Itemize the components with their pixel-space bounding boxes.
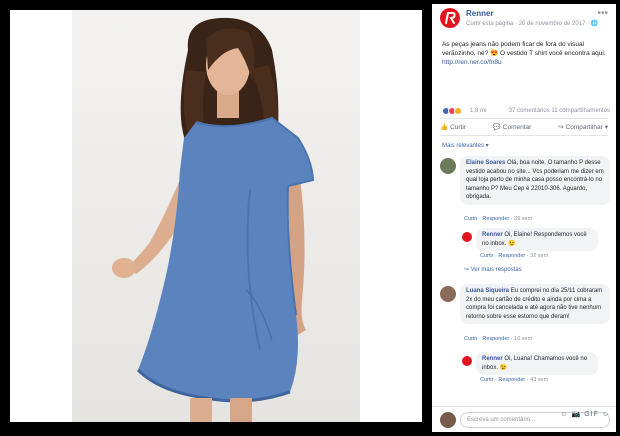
renner-logo-icon[interactable]	[440, 8, 460, 28]
user-avatar	[440, 412, 456, 428]
post-body: As peças jeans não podem ficar de fora d…	[442, 41, 606, 57]
reply-bubble: Renner Oi, Elaine! Respondemos você no i…	[476, 228, 598, 251]
comment-sort-dropdown[interactable]: Mais relevantes ▾	[432, 136, 616, 154]
comments-shares-count[interactable]: 37 comentários 11 compartilhamentos	[509, 108, 610, 114]
comment-actions: Curtir · Responder · 43 sem	[480, 377, 549, 383]
comment-time: 10 sem	[514, 336, 533, 342]
facebook-post-sidebar: Renner Curtir esta página · 20 de novemb…	[432, 4, 616, 432]
post-text: As peças jeans não podem ficar de fora d…	[432, 34, 616, 104]
post-stats: 1,8 mi 37 comentários 11 compartilhament…	[432, 104, 616, 118]
avatar[interactable]	[462, 232, 472, 242]
share-button[interactable]: ↪ Compartilhar ▾	[558, 123, 608, 132]
share-label: Compartilhar	[565, 123, 603, 131]
comment-time: 43 sem	[530, 377, 549, 383]
comment-text: Olá, boa noite. O tamanho P desse vestid…	[466, 160, 604, 200]
comment-actions: Curtir · Responder · 39 sem	[464, 216, 533, 222]
comment-button[interactable]: 💬 Comentar	[492, 123, 532, 132]
post-photo-panel	[10, 10, 422, 422]
post-link[interactable]: http://ren.ner.co/fn8u	[442, 59, 502, 66]
reply-bubble: Renner Oi, Luana! Chamamos você no inbox…	[476, 352, 598, 375]
reactions-icons[interactable]	[442, 107, 462, 115]
reaction-count[interactable]: 1,8 mi	[470, 108, 486, 114]
comment-label: Comentar	[502, 123, 532, 131]
comment-reply-link[interactable]: Responder	[498, 377, 525, 383]
comment-like-link[interactable]: Curtir	[480, 377, 493, 383]
wow-reaction-icon	[454, 107, 462, 115]
comment-time: 32 sem	[530, 253, 549, 259]
comment-reply-link[interactable]: Responder	[498, 253, 525, 259]
comment-reply-link[interactable]: Responder	[482, 336, 509, 342]
comment-reply-link[interactable]: Responder	[482, 216, 509, 222]
comment-input-placeholder: Escreva um comentário...	[467, 417, 536, 423]
comment-actions: Curtir · Responder · 32 sem	[480, 253, 549, 259]
thumbs-up-icon: 👍	[440, 124, 449, 131]
commenter-name[interactable]: Elaine Soares	[466, 160, 505, 166]
comments-count[interactable]: 37 comentários	[509, 108, 550, 114]
write-comment-bar: Escreva um comentário... ☺ 📷 GIF ☺	[432, 406, 616, 432]
post-meta: Curtir esta página · 20 de novembro de 2…	[466, 21, 599, 27]
comment-bubble: Luana Siqueira Eu comprei no dia 25/11 c…	[460, 284, 610, 324]
page-name-link[interactable]: Renner	[466, 9, 494, 18]
avatar[interactable]	[462, 356, 472, 366]
comments-list: Elaine Soares Olá, boa noite. O tamanho …	[432, 154, 616, 392]
share-icon: ↪	[558, 124, 564, 131]
avatar[interactable]	[440, 286, 456, 302]
comment-like-link[interactable]: Curtir	[480, 253, 493, 259]
more-options-icon[interactable]: •••	[597, 8, 608, 19]
comment-icon: 💬	[492, 124, 501, 131]
product-photo-model[interactable]	[10, 10, 422, 422]
post-actions: 👍 Curtir 💬 Comentar ↪ Compartilhar ▾	[440, 118, 608, 136]
view-more-replies-link[interactable]: ↪ Ver mais respostas	[464, 266, 522, 273]
commenter-name[interactable]: Renner	[482, 232, 503, 238]
commenter-name[interactable]: Renner	[482, 356, 503, 362]
comment-like-link[interactable]: Curtir	[464, 336, 477, 342]
comment-actions: Curtir · Responder · 10 sem	[464, 336, 533, 342]
shares-count[interactable]: 11 compartilhamentos	[551, 108, 610, 114]
post-header: Renner Curtir esta página · 20 de novemb…	[432, 4, 616, 34]
profile-selector-icon[interactable]: ▾	[605, 123, 608, 131]
like-button[interactable]: 👍 Curtir	[440, 123, 466, 132]
comment-bubble: Elaine Soares Olá, boa noite. O tamanho …	[460, 156, 610, 205]
like-label: Curtir	[450, 123, 466, 131]
avatar[interactable]	[440, 158, 456, 174]
comment-input-icons[interactable]: ☺ 📷 GIF ☺	[560, 410, 610, 418]
commenter-name[interactable]: Luana Siqueira	[466, 288, 509, 294]
comment-like-link[interactable]: Curtir	[464, 216, 477, 222]
comment-time: 39 sem	[514, 216, 533, 222]
